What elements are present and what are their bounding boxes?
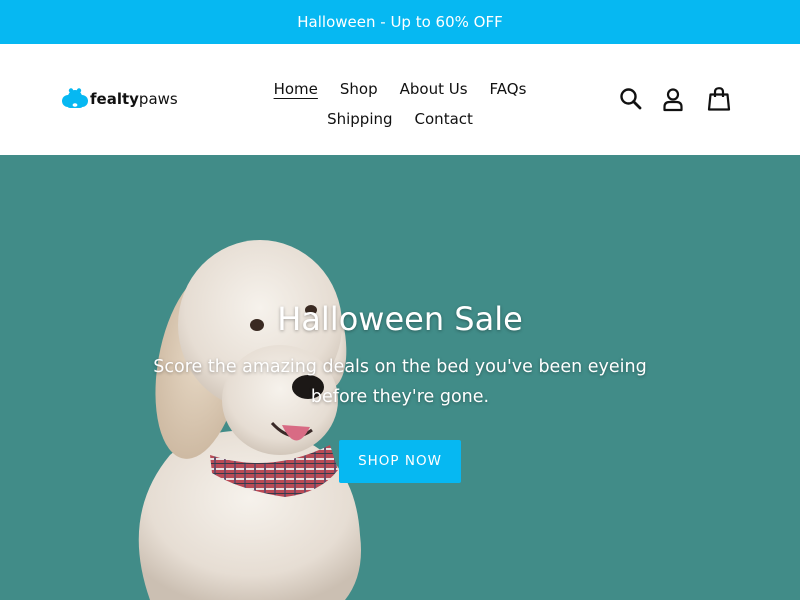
search-button[interactable] xyxy=(618,86,644,112)
shop-now-button[interactable]: SHOP NOW xyxy=(339,440,461,483)
announcement-bar[interactable]: Halloween - Up to 60% OFF xyxy=(0,0,800,44)
nav-item-home[interactable]: Home xyxy=(274,80,318,98)
hero-title: Halloween Sale xyxy=(277,300,523,338)
brand-logo[interactable]: fealtypaws xyxy=(62,87,178,111)
hero-subtitle: Score the amazing deals on the bed you'v… xyxy=(153,357,647,407)
account-icon xyxy=(663,88,683,112)
search-icon xyxy=(620,88,642,110)
paw-cloud-icon xyxy=(62,88,88,108)
nav-item-shop[interactable]: Shop xyxy=(340,80,378,98)
main-nav: Home Shop About Us FAQs Shipping Contact xyxy=(250,74,550,134)
cart-icon xyxy=(707,87,731,111)
nav-item-shipping[interactable]: Shipping xyxy=(327,110,392,128)
account-button[interactable] xyxy=(660,86,686,112)
nav-item-about-us[interactable]: About Us xyxy=(400,80,468,98)
cart-button[interactable] xyxy=(706,86,732,112)
site-header: fealtypaws Home Shop About Us FAQs Shipp… xyxy=(0,44,800,155)
announcement-text[interactable]: Halloween - Up to 60% OFF xyxy=(297,13,502,31)
nav-row-1: Home Shop About Us FAQs xyxy=(250,74,550,104)
brand-name: fealtypaws xyxy=(90,90,178,108)
header-icons xyxy=(618,86,732,112)
hero-content: Halloween Sale Score the amazing deals o… xyxy=(0,300,800,483)
hero-banner: Halloween Sale Score the amazing deals o… xyxy=(0,155,800,600)
nav-item-faqs[interactable]: FAQs xyxy=(490,80,527,98)
nav-item-contact[interactable]: Contact xyxy=(415,110,473,128)
nav-row-2: Shipping Contact xyxy=(250,104,550,134)
